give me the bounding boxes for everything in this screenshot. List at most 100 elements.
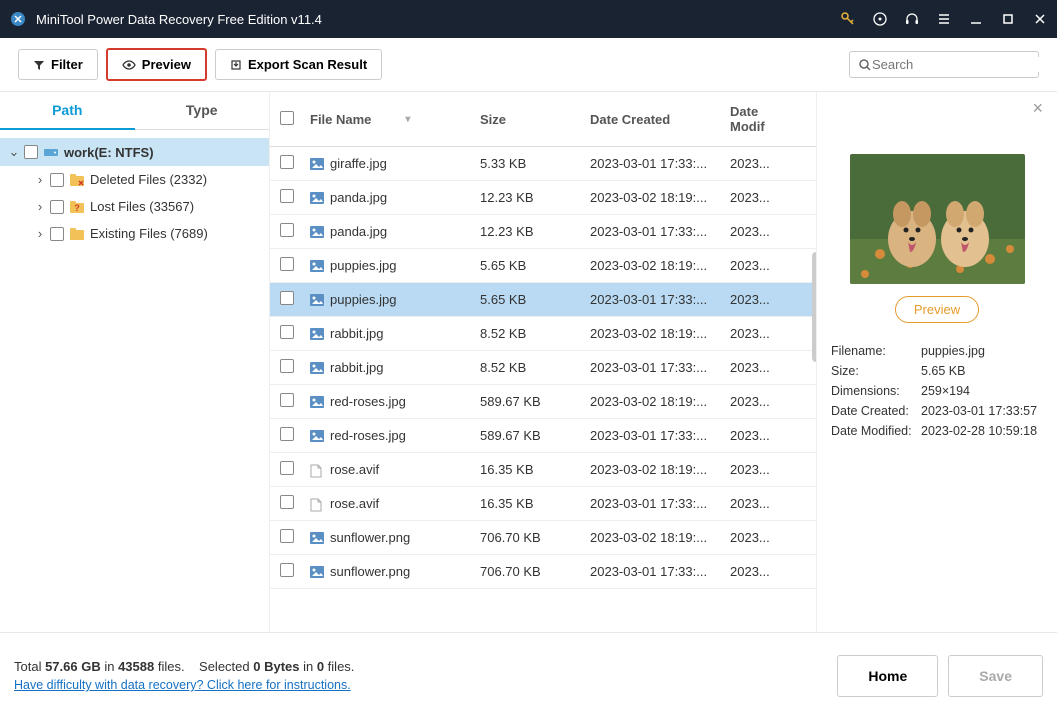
table-row[interactable]: rabbit.jpg8.52 KB2023-03-01 17:33:...202…	[270, 351, 816, 385]
table-row[interactable]: panda.jpg12.23 KB2023-03-01 17:33:...202…	[270, 215, 816, 249]
tree-item[interactable]: ›Existing Files (7689)	[0, 220, 269, 247]
checkbox[interactable]	[280, 155, 294, 169]
search-box[interactable]	[849, 51, 1039, 78]
checkbox[interactable]	[280, 291, 294, 305]
table-row[interactable]: rabbit.jpg8.52 KB2023-03-02 18:19:...202…	[270, 317, 816, 351]
table-row[interactable]: panda.jpg12.23 KB2023-03-02 18:19:...202…	[270, 181, 816, 215]
checkbox[interactable]	[50, 227, 64, 241]
headset-icon[interactable]	[903, 10, 921, 28]
table-row[interactable]: sunflower.png706.70 KB2023-03-01 17:33:.…	[270, 555, 816, 589]
home-button[interactable]: Home	[837, 655, 938, 697]
table-row[interactable]: puppies.jpg5.65 KB2023-03-01 17:33:...20…	[270, 283, 816, 317]
image-icon	[310, 566, 324, 578]
checkbox[interactable]	[280, 529, 294, 543]
help-link[interactable]: Have difficulty with data recovery? Clic…	[14, 678, 351, 692]
meta-filename: puppies.jpg	[921, 344, 1043, 358]
meta-modified: 2023-02-28 10:59:18	[921, 424, 1043, 438]
checkbox[interactable]	[280, 563, 294, 577]
checkbox[interactable]	[280, 223, 294, 237]
tree-item[interactable]: ›?Lost Files (33567)	[0, 193, 269, 220]
tab-type[interactable]: Type	[135, 92, 270, 130]
file-size: 589.67 KB	[480, 428, 590, 443]
file-size: 16.35 KB	[480, 462, 590, 477]
checkbox[interactable]	[24, 145, 38, 159]
col-size[interactable]: Size	[480, 112, 590, 127]
file-name: puppies.jpg	[330, 292, 397, 307]
col-filename[interactable]: File Name	[310, 112, 480, 127]
drive-icon	[42, 145, 60, 159]
tab-path[interactable]: Path	[0, 92, 135, 130]
table-row[interactable]: red-roses.jpg589.67 KB2023-03-01 17:33:.…	[270, 419, 816, 453]
meta-size: 5.65 KB	[921, 364, 1043, 378]
table-row[interactable]: giraffe.jpg5.33 KB2023-03-01 17:33:...20…	[270, 147, 816, 181]
export-button[interactable]: Export Scan Result	[215, 49, 382, 80]
file-modified: 2023...	[730, 394, 795, 409]
file-size: 589.67 KB	[480, 394, 590, 409]
checkbox[interactable]	[280, 325, 294, 339]
export-icon	[230, 59, 242, 71]
table-row[interactable]: rose.avif16.35 KB2023-03-01 17:33:...202…	[270, 487, 816, 521]
table-row[interactable]: puppies.jpg5.65 KB2023-03-02 18:19:...20…	[270, 249, 816, 283]
checkbox[interactable]	[280, 393, 294, 407]
menu-icon[interactable]	[935, 10, 953, 28]
file-created: 2023-03-01 17:33:...	[590, 224, 730, 239]
chevron-down-icon[interactable]: ⌄	[8, 144, 20, 160]
file-size: 5.33 KB	[480, 156, 590, 171]
close-preview-icon[interactable]: ×	[1032, 98, 1043, 119]
file-modified: 2023...	[730, 530, 795, 545]
file-name: rabbit.jpg	[330, 326, 383, 341]
file-created: 2023-03-02 18:19:...	[590, 530, 730, 545]
save-button[interactable]: Save	[948, 655, 1043, 697]
image-icon	[310, 396, 324, 408]
meta-dimensions: 259×194	[921, 384, 1043, 398]
tree-item[interactable]: ›Deleted Files (2332)	[0, 166, 269, 193]
checkbox[interactable]	[280, 427, 294, 441]
file-modified: 2023...	[730, 258, 795, 273]
search-input[interactable]	[872, 57, 1048, 72]
maximize-icon[interactable]	[999, 10, 1017, 28]
file-icon	[310, 464, 324, 476]
chevron-right-icon[interactable]: ›	[34, 172, 46, 187]
file-modified: 2023...	[730, 156, 795, 171]
table-row[interactable]: rose.avif16.35 KB2023-03-02 18:19:...202…	[270, 453, 816, 487]
file-size: 8.52 KB	[480, 360, 590, 375]
checkbox[interactable]	[280, 461, 294, 475]
table-row[interactable]: sunflower.png706.70 KB2023-03-02 18:19:.…	[270, 521, 816, 555]
checkbox[interactable]	[280, 257, 294, 271]
checkbox[interactable]	[50, 200, 64, 214]
image-icon	[310, 226, 324, 238]
col-modified[interactable]: Date Modif	[730, 104, 795, 134]
folder-icon: ?	[68, 200, 86, 214]
disc-icon[interactable]	[871, 10, 889, 28]
checkbox-all[interactable]	[280, 111, 294, 125]
image-icon	[310, 260, 324, 272]
tree-root-label: work(E: NTFS)	[64, 145, 154, 160]
meta-filename-label: Filename:	[831, 344, 921, 358]
chevron-right-icon[interactable]: ›	[34, 226, 46, 241]
eye-icon	[122, 59, 136, 71]
file-modified: 2023...	[730, 428, 795, 443]
tree: ⌄ work(E: NTFS) ›Deleted Files (2332)›?L…	[0, 130, 269, 255]
col-created[interactable]: Date Created	[590, 112, 730, 127]
chevron-right-icon[interactable]: ›	[34, 199, 46, 214]
meta-modified-label: Date Modified:	[831, 424, 921, 438]
key-icon[interactable]	[839, 10, 857, 28]
checkbox[interactable]	[280, 189, 294, 203]
file-list-header: File Name Size Date Created Date Modif	[270, 92, 816, 147]
filter-button[interactable]: Filter	[18, 49, 98, 80]
checkbox[interactable]	[280, 495, 294, 509]
image-icon	[310, 532, 324, 544]
file-created: 2023-03-02 18:19:...	[590, 394, 730, 409]
table-row[interactable]: red-roses.jpg589.67 KB2023-03-02 18:19:.…	[270, 385, 816, 419]
preview-open-button[interactable]: Preview	[895, 296, 979, 323]
image-icon	[310, 192, 324, 204]
preview-button[interactable]: Preview	[106, 48, 207, 81]
file-name: panda.jpg	[330, 190, 387, 205]
minimize-icon[interactable]	[967, 10, 985, 28]
tree-root[interactable]: ⌄ work(E: NTFS)	[0, 138, 269, 166]
checkbox[interactable]	[280, 359, 294, 373]
close-icon[interactable]	[1031, 10, 1049, 28]
file-name: rabbit.jpg	[330, 360, 383, 375]
checkbox[interactable]	[50, 173, 64, 187]
file-created: 2023-03-02 18:19:...	[590, 462, 730, 477]
